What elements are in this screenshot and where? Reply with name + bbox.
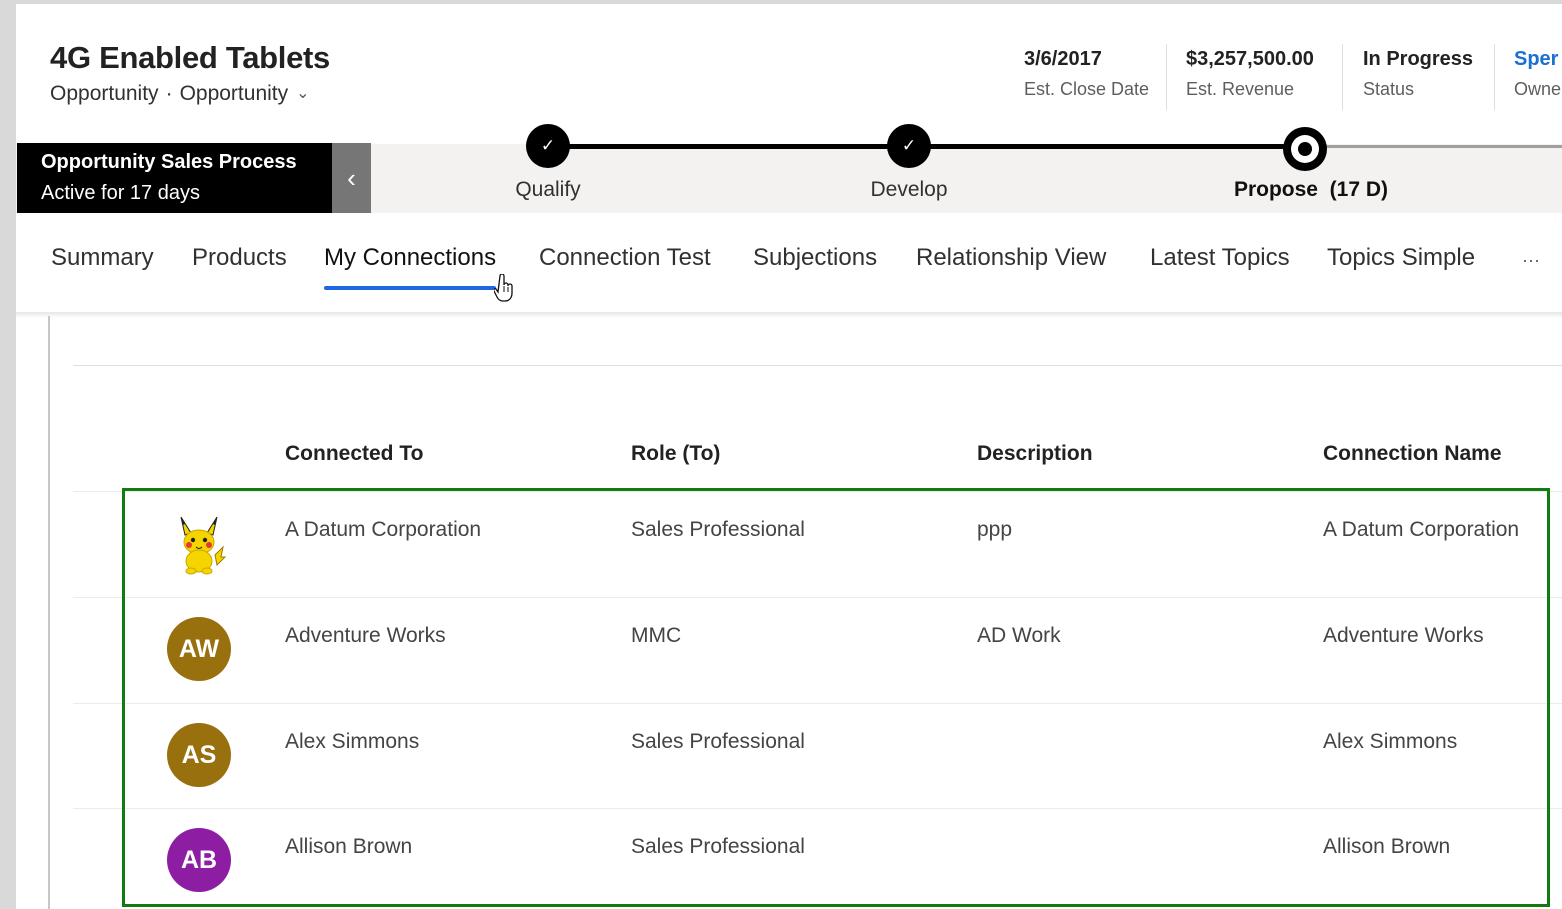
stage-duration: (17 D): [1329, 178, 1389, 201]
more-tabs-icon[interactable]: ···: [1522, 250, 1540, 271]
chevron-left-icon[interactable]: ‹: [332, 143, 371, 213]
tab-topics-simple[interactable]: Topics Simple: [1327, 244, 1475, 272]
field-value: $3,257,500.00: [1186, 48, 1314, 70]
process-name: Opportunity Sales Process: [41, 151, 297, 173]
record-title: 4G Enabled Tablets: [50, 40, 330, 75]
selected-tab-indicator: [324, 286, 496, 290]
highlight-box: [122, 488, 1550, 907]
stage-qualify[interactable]: Qualify: [468, 178, 628, 202]
stage-propose[interactable]: Propose (17 D): [1211, 178, 1411, 202]
column-header-description[interactable]: Description: [977, 442, 1093, 466]
tab-summary[interactable]: Summary: [51, 244, 154, 272]
entity-name: Opportunity: [50, 82, 159, 105]
chevron-down-icon: ⌄: [296, 85, 310, 102]
hand-cursor-icon: [493, 273, 514, 307]
section-divider: [73, 365, 1562, 366]
checkmark-icon[interactable]: ✓: [887, 124, 931, 168]
divider: [1342, 44, 1343, 110]
stage-propose-label: Propose: [1233, 178, 1318, 201]
separator-dot: ·: [165, 82, 173, 105]
tab-latest-topics[interactable]: Latest Topics: [1150, 244, 1290, 272]
tab-products[interactable]: Products: [192, 244, 287, 272]
record-subtitle: Opportunity · Opportunity ⌄: [50, 82, 310, 106]
active-stage-icon[interactable]: [1283, 127, 1327, 171]
stage-develop[interactable]: Develop: [829, 178, 989, 202]
column-header-connected-to[interactable]: Connected To: [285, 442, 423, 466]
divider: [1494, 44, 1495, 110]
field-label: Est. Revenue: [1186, 79, 1295, 99]
divider: [1166, 44, 1167, 110]
header-field-status: In Progress Status: [1363, 48, 1473, 100]
checkmark-icon[interactable]: ✓: [526, 124, 570, 168]
form-name: Opportunity: [179, 82, 289, 105]
field-label: Status: [1363, 79, 1415, 99]
header-field-revenue: $3,257,500.00 Est. Revenue: [1186, 48, 1314, 100]
process-remaining-line: [1305, 145, 1562, 148]
field-value: In Progress: [1363, 48, 1474, 70]
field-label: Est. Close Date: [1024, 79, 1150, 99]
column-header-role[interactable]: Role (To): [631, 442, 720, 466]
tab-subjections[interactable]: Subjections: [753, 244, 877, 272]
tab-connection-test[interactable]: Connection Test: [539, 244, 711, 272]
tab-my-connections[interactable]: My Connections: [324, 244, 496, 272]
field-label: Owne: [1514, 79, 1562, 99]
column-header-connection-name[interactable]: Connection Name: [1323, 442, 1502, 466]
process-flyout[interactable]: Opportunity Sales Process Active for 17 …: [17, 143, 332, 213]
tab-relationship-view[interactable]: Relationship View: [916, 244, 1106, 272]
owner-link[interactable]: Sper: [1514, 48, 1561, 71]
record-form: 4G Enabled Tablets Opportunity · Opportuni…: [16, 4, 1562, 909]
section-border: [48, 316, 50, 909]
field-value: 3/6/2017: [1024, 48, 1102, 70]
header-field-close-date: 3/6/2017 Est. Close Date: [1024, 48, 1149, 100]
process-active-duration: Active for 17 days: [41, 182, 200, 204]
tab-bar-shadow: [16, 312, 1562, 318]
form-selector[interactable]: Opportunity ⌄: [180, 82, 310, 105]
header-field-owner[interactable]: Sper Owne: [1514, 48, 1561, 100]
